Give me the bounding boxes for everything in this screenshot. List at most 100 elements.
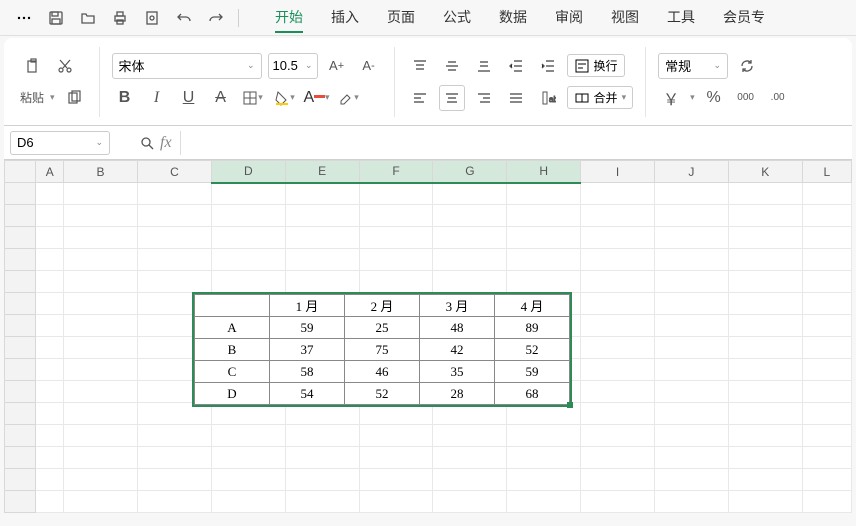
- table-cell[interactable]: 25: [345, 317, 420, 339]
- cell[interactable]: [285, 425, 359, 447]
- cell[interactable]: [137, 469, 211, 491]
- cell[interactable]: [36, 271, 64, 293]
- cell[interactable]: [802, 183, 851, 205]
- chevron-down-icon[interactable]: ▾: [50, 92, 55, 103]
- open-icon[interactable]: [76, 6, 100, 30]
- cell[interactable]: [285, 447, 359, 469]
- cell[interactable]: [581, 447, 655, 469]
- menu-member[interactable]: 会员专: [723, 3, 765, 33]
- name-box[interactable]: D6⌄: [10, 131, 110, 155]
- cell[interactable]: [359, 205, 433, 227]
- font-size-select[interactable]: 10.5⌄: [268, 53, 318, 79]
- cell[interactable]: [285, 183, 359, 205]
- cell[interactable]: [285, 271, 359, 293]
- cell[interactable]: [728, 293, 802, 315]
- col-header-B[interactable]: B: [64, 161, 138, 183]
- font-name-select[interactable]: 宋体⌄: [112, 53, 262, 79]
- cell[interactable]: [728, 315, 802, 337]
- cell[interactable]: [137, 425, 211, 447]
- cell[interactable]: [581, 381, 655, 403]
- cell[interactable]: [802, 425, 851, 447]
- cell[interactable]: [64, 271, 138, 293]
- preview-icon[interactable]: [140, 6, 164, 30]
- table-cell[interactable]: 46: [345, 361, 420, 383]
- font-shrink-icon[interactable]: A-: [356, 53, 382, 79]
- cell[interactable]: [728, 205, 802, 227]
- currency-icon[interactable]: ￥: [658, 85, 684, 111]
- cell[interactable]: [802, 227, 851, 249]
- cell[interactable]: [507, 425, 581, 447]
- cell[interactable]: [211, 271, 285, 293]
- cell[interactable]: [581, 425, 655, 447]
- col-header-C[interactable]: C: [137, 161, 211, 183]
- cell[interactable]: [654, 447, 728, 469]
- cell[interactable]: [64, 205, 138, 227]
- cell[interactable]: [728, 381, 802, 403]
- cell[interactable]: [36, 315, 64, 337]
- table-cell[interactable]: 59: [495, 361, 570, 383]
- row-header[interactable]: [5, 249, 36, 271]
- table-header[interactable]: [195, 295, 270, 317]
- cell[interactable]: [359, 271, 433, 293]
- table-cell[interactable]: 59: [270, 317, 345, 339]
- table-cell[interactable]: 35: [420, 361, 495, 383]
- bold-icon[interactable]: B: [112, 85, 138, 111]
- cell[interactable]: [654, 183, 728, 205]
- cell[interactable]: [507, 227, 581, 249]
- cell[interactable]: [64, 447, 138, 469]
- cell[interactable]: [654, 491, 728, 513]
- cell[interactable]: [728, 491, 802, 513]
- cell[interactable]: [359, 425, 433, 447]
- table-cell[interactable]: 68: [495, 383, 570, 405]
- font-color-icon[interactable]: A▾: [304, 85, 330, 111]
- cell[interactable]: [654, 359, 728, 381]
- menu-tools[interactable]: 工具: [667, 3, 695, 33]
- border-icon[interactable]: ▾: [240, 85, 266, 111]
- cell[interactable]: [433, 271, 507, 293]
- align-right-icon[interactable]: [471, 85, 497, 111]
- copy-icon[interactable]: [61, 85, 87, 111]
- cell[interactable]: [211, 227, 285, 249]
- cell[interactable]: [507, 249, 581, 271]
- cell[interactable]: [36, 183, 64, 205]
- cell[interactable]: [36, 403, 64, 425]
- highlight-icon[interactable]: ▾: [336, 85, 362, 111]
- table-cell[interactable]: 52: [345, 383, 420, 405]
- cell[interactable]: [36, 381, 64, 403]
- cell[interactable]: [359, 249, 433, 271]
- cell[interactable]: [507, 271, 581, 293]
- table-cell[interactable]: 89: [495, 317, 570, 339]
- cell[interactable]: [285, 491, 359, 513]
- cell[interactable]: [802, 271, 851, 293]
- cell[interactable]: [36, 205, 64, 227]
- cell[interactable]: [64, 183, 138, 205]
- overflow-icon[interactable]: [12, 6, 36, 30]
- cell[interactable]: [64, 249, 138, 271]
- redo-icon[interactable]: [204, 6, 228, 30]
- cell[interactable]: [359, 469, 433, 491]
- cell[interactable]: [581, 249, 655, 271]
- align-middle-icon[interactable]: [439, 53, 465, 79]
- decimal-icon[interactable]: .00: [765, 85, 791, 111]
- cell[interactable]: [137, 447, 211, 469]
- menu-view[interactable]: 视图: [611, 3, 639, 33]
- cell[interactable]: [359, 447, 433, 469]
- cell[interactable]: [137, 183, 211, 205]
- table-header[interactable]: 1 月: [270, 295, 345, 317]
- cell[interactable]: [64, 469, 138, 491]
- cell[interactable]: [64, 293, 138, 315]
- cell[interactable]: [64, 381, 138, 403]
- cell[interactable]: [359, 491, 433, 513]
- selected-data-range[interactable]: 1 月2 月3 月4 月A59254889B37754252C58463559D…: [192, 292, 572, 407]
- undo-icon[interactable]: [172, 6, 196, 30]
- cell[interactable]: [36, 337, 64, 359]
- spreadsheet-grid[interactable]: ABCDEFGHIJKL 1 月2 月3 月4 月A59254889B37754…: [4, 160, 852, 513]
- cell[interactable]: [285, 227, 359, 249]
- cell[interactable]: [654, 381, 728, 403]
- cell[interactable]: [36, 425, 64, 447]
- row-header[interactable]: [5, 315, 36, 337]
- wrap-button[interactable]: 换行: [567, 54, 625, 77]
- cell[interactable]: [36, 249, 64, 271]
- fill-handle[interactable]: [567, 402, 573, 408]
- cell[interactable]: [581, 337, 655, 359]
